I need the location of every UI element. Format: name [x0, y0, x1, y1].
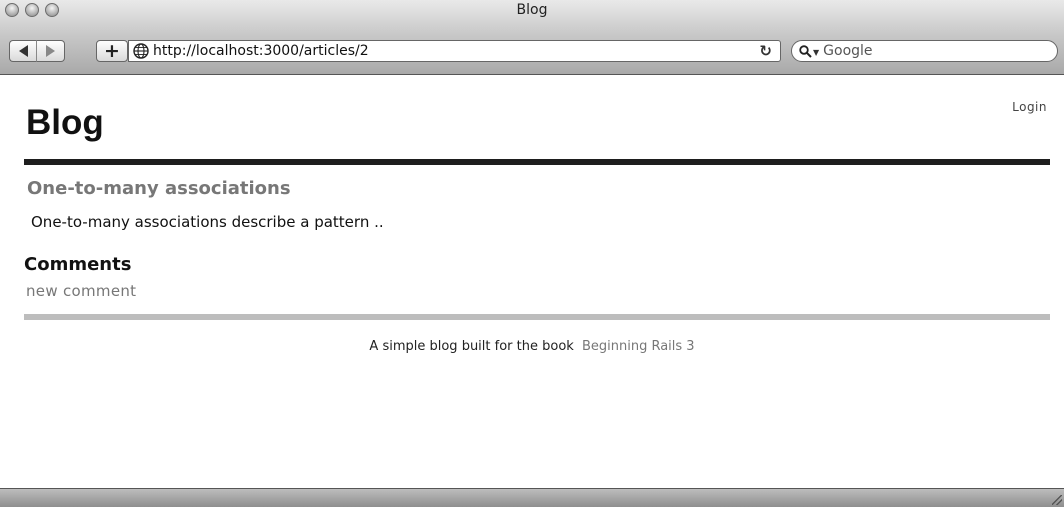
navigation-buttons: [9, 40, 65, 62]
search-field[interactable]: ▼ Google: [791, 40, 1058, 62]
globe-icon: [133, 43, 149, 59]
address-bar[interactable]: http://localhost:3000/articles/2 ↻: [128, 40, 781, 62]
url-text[interactable]: http://localhost:3000/articles/2: [153, 43, 369, 59]
footer: A simple blog built for the book Beginni…: [0, 339, 1064, 354]
article-body: One-to-many associations describe a patt…: [31, 213, 384, 231]
reload-icon[interactable]: ↻: [759, 42, 772, 60]
status-bar: [0, 488, 1064, 507]
login-link[interactable]: Login: [1012, 100, 1047, 114]
search-icon: [799, 44, 812, 58]
footer-text: A simple blog built for the book: [369, 339, 574, 354]
site-title[interactable]: Blog: [26, 103, 104, 143]
back-arrow-icon: [18, 45, 28, 57]
forward-arrow-icon: [46, 45, 55, 57]
comments-heading: Comments: [24, 254, 132, 275]
footer-divider: [24, 314, 1050, 320]
window-titlebar: Blog + http://localhost:3000/articles/2 …: [0, 0, 1064, 75]
add-bookmark-button[interactable]: +: [96, 40, 128, 62]
search-placeholder[interactable]: Google: [823, 43, 872, 59]
header-divider: [24, 159, 1050, 165]
chevron-down-icon: ▼: [813, 47, 820, 57]
back-button[interactable]: [9, 40, 37, 62]
resize-grip-icon[interactable]: [1052, 495, 1062, 505]
forward-button[interactable]: [37, 40, 65, 62]
book-link[interactable]: Beginning Rails 3: [582, 339, 695, 354]
new-comment-link[interactable]: new comment: [26, 282, 136, 300]
window-title: Blog: [516, 2, 548, 18]
article-title[interactable]: One-to-many associations: [27, 178, 291, 199]
